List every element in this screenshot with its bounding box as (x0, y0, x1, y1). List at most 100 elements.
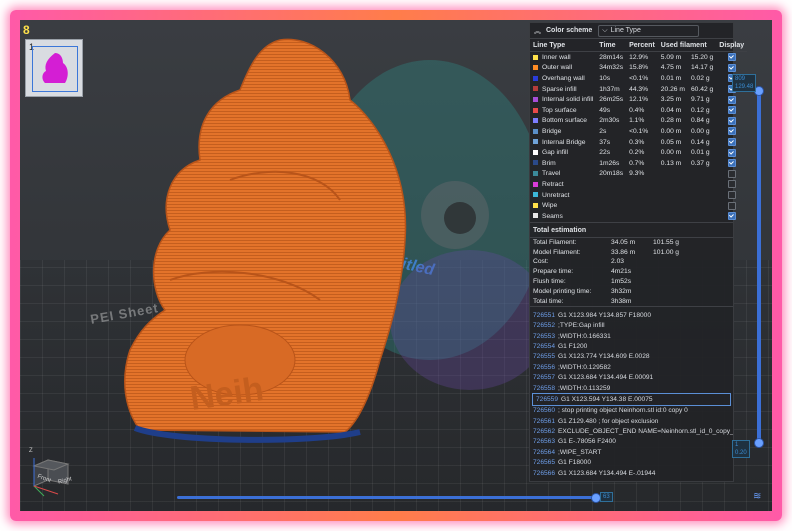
display-checkbox[interactable] (727, 201, 736, 210)
line-type-time: 22s (599, 149, 611, 157)
color-swatch (533, 181, 538, 187)
line-type-length: 0.04 m (660, 106, 682, 114)
color-swatch (533, 54, 538, 60)
line-type-length (658, 190, 688, 201)
display-checkbox[interactable] (727, 138, 736, 147)
line-type-name: Outer wall (530, 63, 596, 74)
estimation-value: 33.86 m (611, 248, 636, 256)
sliced-model[interactable] (110, 30, 440, 450)
gcode-line[interactable]: 726555 G1 X123.774 Y134.609 E.0028 (530, 352, 733, 362)
line-type-percent: 44.3% (629, 85, 649, 93)
line-type-weight: 0.12 g (690, 106, 710, 114)
line-type-row: Gap infill 22s 0.2% 0.00 m 0.01 g (530, 147, 747, 158)
display-checkbox[interactable] (727, 191, 736, 200)
layer-slider-vertical[interactable] (757, 90, 761, 442)
line-type-percent: 0.3% (629, 138, 645, 146)
line-type-length: 5.09 m (660, 53, 682, 61)
line-type-length (658, 179, 688, 190)
gcode-line-number: 726562 (533, 428, 556, 436)
line-type-length (658, 200, 688, 211)
line-type-weight: 15.20 g (690, 53, 714, 61)
line-type-weight: 0.14 g (690, 138, 710, 146)
display-checkbox[interactable] (727, 106, 736, 115)
move-slider-horizontal[interactable] (177, 496, 597, 499)
color-swatch (533, 160, 538, 166)
line-type-label: Wipe (542, 202, 558, 210)
layers-icon[interactable]: ≋ (753, 492, 763, 502)
gcode-line[interactable]: 726553 ;WIDTH:0.166331 (530, 331, 733, 341)
line-type-name: Unretract (530, 190, 596, 201)
line-type-row: Unretract (530, 190, 747, 201)
gcode-line[interactable]: 726559 G1 X123.594 Y134.38 E.00075 (532, 393, 731, 406)
estimation-value-2 (650, 267, 682, 277)
line-type-percent: 0.2% (629, 149, 645, 157)
estimation-row: Prepare time: 4m21s (530, 267, 682, 277)
gcode-line[interactable]: 726564 ;WIPE_START (530, 447, 733, 457)
gcode-line[interactable]: 726560; stop printing object Neinhorn.st… (530, 406, 733, 416)
color-swatch (533, 75, 538, 81)
gcode-line[interactable]: 726556 ;WIDTH:0.129582 (530, 362, 733, 372)
gcode-line[interactable]: 726557 G1 X123.684 Y134.494 E.00091 (530, 372, 733, 382)
line-type-percent: <0.1% (629, 74, 649, 82)
color-scheme-value: Line Type (610, 27, 641, 34)
display-checkbox[interactable] (727, 212, 736, 221)
gcode-line-number: 726557 (533, 374, 556, 382)
display-checkbox[interactable] (727, 180, 736, 189)
line-type-name: Internal Bridge (530, 137, 596, 148)
display-checkbox[interactable] (727, 127, 736, 136)
col-time: Time (596, 39, 627, 52)
gcode-line[interactable]: 726565 G1 F18000 (530, 458, 733, 468)
gcode-line[interactable]: 726558 ;WIDTH:0.113259 (530, 383, 733, 393)
line-type-weight: 0.02 g (690, 74, 710, 82)
display-cell (716, 52, 747, 63)
color-swatch (533, 96, 538, 102)
display-checkbox[interactable] (727, 116, 736, 125)
estimation-row: Cost: 2.03 (530, 257, 682, 267)
line-type-weight (688, 190, 716, 201)
gcode-line[interactable]: 726551 G1 X123.984 Y134.857 F18000 (530, 310, 733, 320)
line-type-length (658, 211, 688, 222)
line-type-label: Bottom surface (542, 117, 587, 125)
display-checkbox[interactable] (727, 63, 736, 72)
gcode-line[interactable]: 726561 G1 Z129.480 ; for object exclusion (530, 416, 733, 426)
gcode-line-text: G1 X123.984 Y134.857 F18000 (558, 311, 652, 319)
gcode-line[interactable]: 726562 EXCLUDE_OBJECT_END NAME=Neinhorn.s… (530, 426, 733, 436)
color-scheme-header: ︽ Color scheme ⌵ Line Type (530, 23, 733, 39)
line-type-weight: 14.17 g (690, 64, 714, 72)
line-type-name: Sparse infill (530, 84, 596, 95)
line-type-weight: 0.84 g (690, 117, 710, 125)
display-checkbox[interactable] (727, 159, 736, 168)
color-scheme-select[interactable]: ⌵ Line Type (598, 24, 700, 37)
display-checkbox[interactable] (727, 148, 736, 157)
layer-slider-bottom-handle[interactable] (754, 438, 764, 448)
estimation-label: Total Filament: (533, 238, 577, 246)
estimation-value-2: 101.00 g (653, 248, 680, 256)
gcode-line-text: G1 X123.684 Y134.494 E.00091 (558, 374, 654, 382)
gcode-line[interactable]: 726566 G1 X123.684 Y134.494 E-.01944 (530, 468, 733, 478)
display-cell (716, 211, 747, 222)
gcode-line[interactable]: 726554 G1 F1200 (530, 341, 733, 351)
line-type-label: Outer wall (542, 64, 573, 72)
color-swatch (533, 171, 538, 177)
gcode-line-text: G1 X123.594 Y134.38 E.00075 (561, 395, 653, 403)
gcode-line-number: 726552 (533, 322, 556, 330)
display-checkbox[interactable] (727, 169, 736, 178)
gcode-viewer[interactable]: 726551 G1 X123.984 Y134.857 F18000 726552;… (530, 306, 733, 481)
display-checkbox[interactable] (727, 95, 736, 104)
line-type-weight: 60.42 g (690, 85, 714, 93)
line-type-length: 20.26 m (660, 85, 685, 93)
estimation-value-2 (650, 296, 682, 306)
gcode-line[interactable]: 726563 G1 E-.78056 F2400 (530, 437, 733, 447)
collapse-icon[interactable]: ︽ (534, 26, 541, 36)
line-type-name: Bottom surface (530, 116, 596, 127)
estimation-label: Total time: (533, 297, 564, 305)
gcode-line[interactable]: 726552 ;TYPE:Gap infill (530, 320, 733, 330)
gcode-line-text: ;WIDTH:0.129582 (558, 363, 611, 371)
plate-thumbnail[interactable]: 1 (25, 39, 83, 97)
line-type-name: Internal solid infill (530, 94, 596, 105)
gcode-line-number: 726565 (533, 459, 556, 467)
display-checkbox[interactable] (727, 53, 736, 62)
3d-viewport[interactable]: PEI Sheet Untitled Neih 8 1 ︽ Color sche… (20, 20, 772, 511)
line-type-time: 2m30s (599, 117, 620, 125)
line-type-length: 4.75 m (660, 64, 682, 72)
